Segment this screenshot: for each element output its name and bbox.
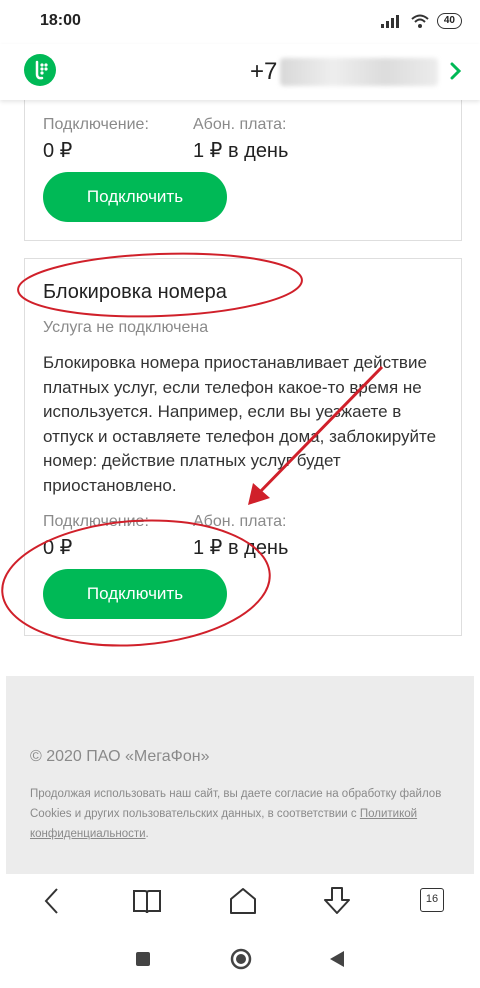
system-back-icon[interactable] <box>330 951 344 967</box>
back-icon[interactable] <box>42 886 62 916</box>
fee-value: 1 ₽ в день <box>193 537 289 559</box>
phone-number[interactable]: +7 <box>250 58 277 86</box>
phone-number-blurred <box>280 58 438 86</box>
recents-icon[interactable] <box>136 952 150 966</box>
battery-indicator: 40 <box>436 13 462 29</box>
service-status: Услуга не подключена <box>43 319 209 336</box>
status-icons: 40 <box>380 13 462 29</box>
wifi-icon <box>411 14 429 28</box>
browser-toolbar: 16 <box>0 874 480 930</box>
home-icon[interactable] <box>228 886 258 916</box>
connection-label: Подключение: <box>43 513 149 530</box>
chevron-right-icon[interactable] <box>450 62 462 80</box>
download-icon[interactable] <box>322 886 352 916</box>
connect-button[interactable]: Подключить <box>43 172 227 222</box>
fee-value: 1 ₽ в день <box>193 140 289 162</box>
cookie-notice-end: . <box>145 828 149 840</box>
service-title: Блокировка номера <box>43 281 227 303</box>
copyright-text: © 2020 ПАО «МегаФон» <box>30 748 210 765</box>
bookmarks-icon[interactable] <box>132 886 162 916</box>
service-card-number-block: Блокировка номера Услуга не подключена Б… <box>24 258 462 636</box>
connection-value: 0 ₽ <box>43 140 73 162</box>
system-home-icon[interactable] <box>230 948 252 970</box>
fee-label: Абон. плата: <box>193 116 287 133</box>
tabs-count-button[interactable]: 16 <box>420 888 444 912</box>
system-navigation-bar <box>0 930 480 988</box>
connect-button[interactable]: Подключить <box>43 569 227 619</box>
connection-label: Подключение: <box>43 116 149 133</box>
status-time: 18:00 <box>40 12 81 29</box>
connection-value: 0 ₽ <box>43 537 73 559</box>
megafon-logo-icon <box>35 60 48 80</box>
service-description: Блокировка номера приостанавливает дейст… <box>43 353 437 495</box>
site-footer: © 2020 ПАО «МегаФон» Продолжая использов… <box>6 676 474 874</box>
cookie-notice: Продолжая использовать наш сайт, вы дает… <box>30 784 450 844</box>
fee-label: Абон. плата: <box>193 513 287 530</box>
signal-icon <box>380 15 399 28</box>
status-bar: 18:00 40 <box>0 0 480 44</box>
service-card-previous: Подключение: 0 ₽ Абон. плата: 1 ₽ в день… <box>24 96 462 241</box>
site-header: +7 <box>0 44 480 100</box>
megafon-logo[interactable] <box>24 54 56 86</box>
